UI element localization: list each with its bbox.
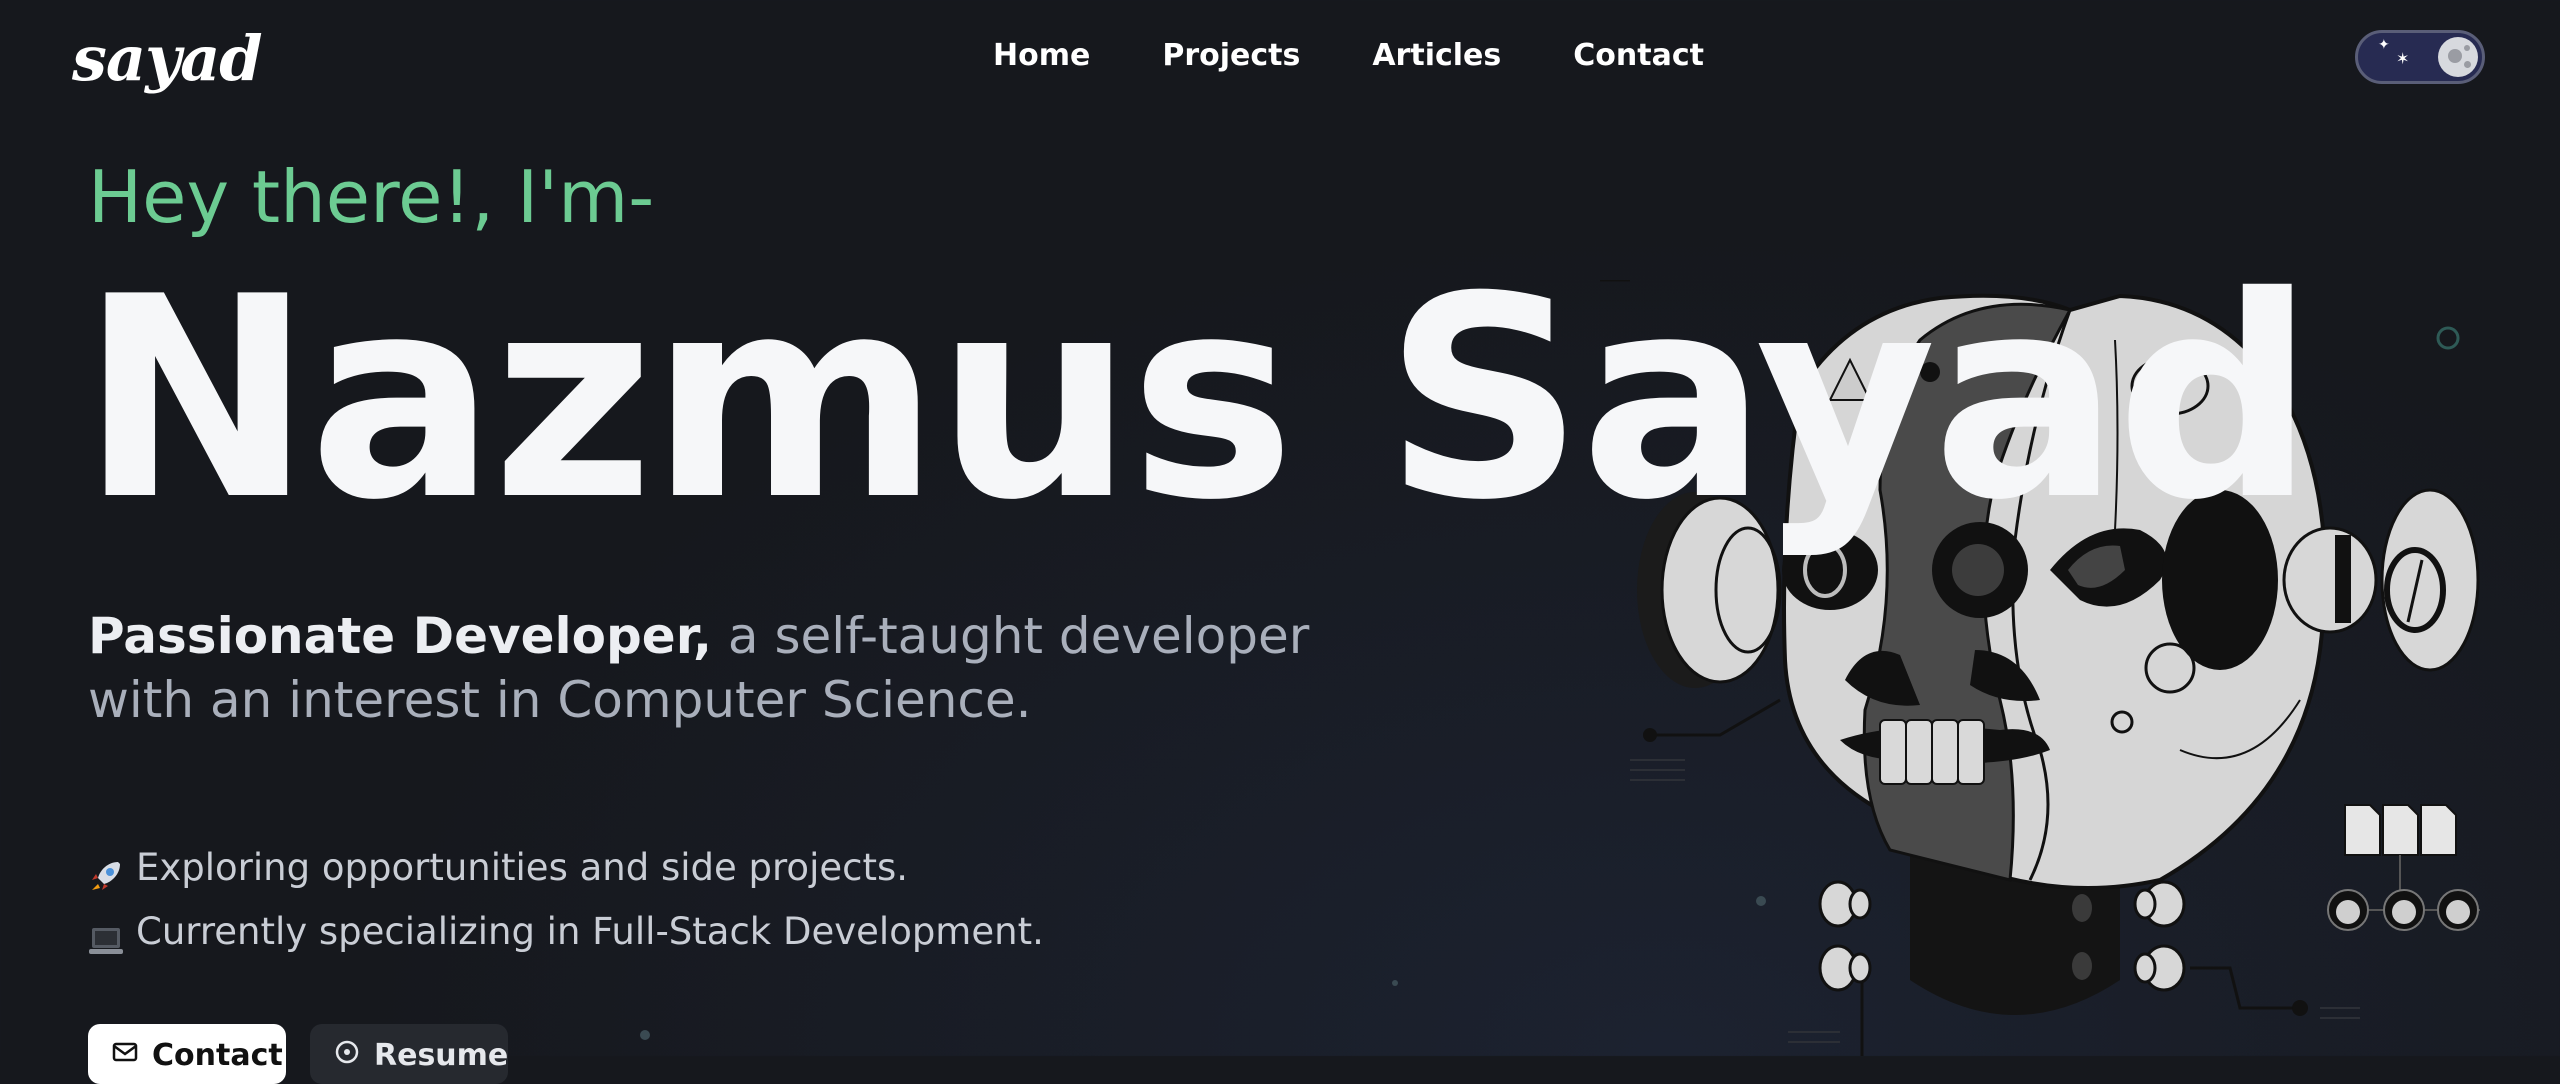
theme-toggle[interactable]: ✦ ✶ [2355, 30, 2485, 84]
resume-button[interactable]: Resume [310, 1024, 508, 1084]
list-item: Exploring opportunities and side project… [88, 836, 1044, 900]
tagline-bold: Passionate Developer, [88, 607, 713, 665]
star-icon: ✦ [2378, 37, 2390, 53]
nav-contact-link[interactable]: Contact [1573, 38, 1704, 73]
decor-dot [1392, 980, 1398, 986]
star-icon: ✶ [2396, 49, 2410, 68]
rocket-icon [88, 850, 124, 890]
site-logo[interactable]: sayad [72, 22, 263, 95]
bullet-text: Exploring opportunities and side project… [136, 846, 908, 889]
decor-dot [640, 1030, 650, 1040]
bullet-text: Currently specializing in Full-Stack Dev… [136, 910, 1044, 953]
laptop-icon [88, 914, 124, 954]
moon-icon [2438, 37, 2478, 77]
bullet-list: Exploring opportunities and side project… [88, 836, 1044, 964]
hero-name: Nazmus Sayad [80, 237, 2315, 561]
contact-button[interactable]: Contact [88, 1024, 286, 1084]
main-nav: Home Projects Articles Contact [993, 38, 1704, 73]
nav-home-link[interactable]: Home [993, 38, 1090, 73]
nav-projects-link[interactable]: Projects [1162, 38, 1300, 73]
tagline: Passionate Developer, a self-taught deve… [88, 604, 1368, 732]
list-item: Currently specializing in Full-Stack Dev… [88, 900, 1044, 964]
nav-articles-link[interactable]: Articles [1372, 38, 1501, 73]
greeting: Hey there!, I'm- [88, 155, 655, 239]
